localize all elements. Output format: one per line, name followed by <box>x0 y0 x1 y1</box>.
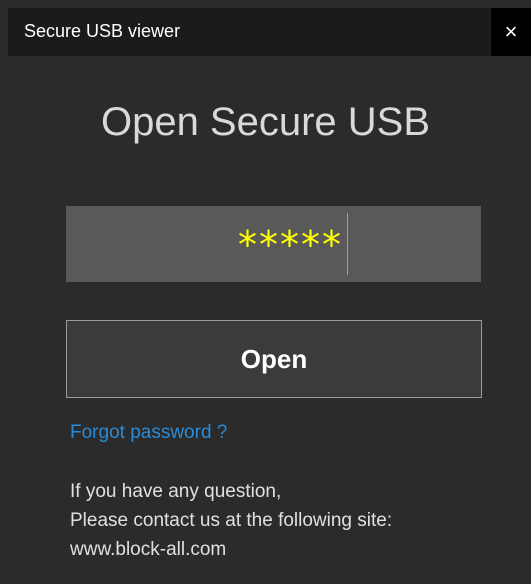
contact-info: If you have any question, Please contact… <box>70 477 392 564</box>
page-title: Open Secure USB <box>100 100 431 144</box>
open-button[interactable]: Open <box>66 320 482 398</box>
text-caret <box>347 213 348 275</box>
secure-usb-window: Secure USB viewer × Open Secure USB ****… <box>0 0 531 584</box>
password-input[interactable]: ***** <box>66 206 481 282</box>
info-line: If you have any question, <box>70 481 282 502</box>
password-value: ***** <box>238 223 343 267</box>
title-bar: Secure USB viewer × <box>8 8 531 56</box>
forgot-password-link[interactable]: Forgot password ? <box>70 422 227 444</box>
info-line: www.block-all.com <box>70 539 227 560</box>
close-icon: × <box>504 19 518 44</box>
info-line: Please contact us at the following site: <box>70 510 393 531</box>
window-title: Secure USB viewer <box>24 21 181 41</box>
close-button[interactable]: × <box>491 8 531 56</box>
